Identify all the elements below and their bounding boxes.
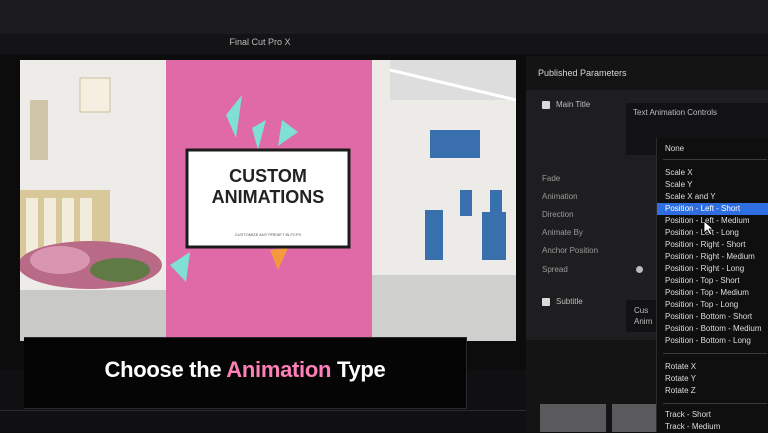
param-animate-by: Animate By (542, 228, 583, 237)
menu-item-position-top-medium[interactable]: Position - Top - Medium (657, 287, 768, 299)
menu-separator (663, 403, 767, 404)
app-title: Final Cut Pro X (229, 37, 291, 47)
animation-dropdown-menu[interactable]: None Scale X Scale Y Scale X and Y Posit… (656, 138, 768, 432)
menu-item-track-short[interactable]: Track - Short (657, 409, 768, 421)
menu-item-position-left-short[interactable]: Position - Left - Short (657, 203, 768, 215)
menu-item-rotate-x[interactable]: Rotate X (657, 361, 768, 373)
menu-item-position-top-short[interactable]: Position - Top - Short (657, 275, 768, 287)
card-subtitle: CUSTOMIZE ANY PRESET IN FCPX (234, 232, 302, 237)
param-anchor-position: Anchor Position (542, 246, 599, 255)
subtitle-controls-box[interactable] (626, 300, 656, 332)
menu-item-position-right-long[interactable]: Position - Right - Long (657, 263, 768, 275)
text-animation-controls-label: Text Animation Controls (633, 108, 718, 117)
subtitle-box-label-1: Cus (634, 306, 649, 315)
menu-item-rotate-y[interactable]: Rotate Y (657, 373, 768, 385)
param-animation: Animation (542, 192, 578, 201)
menu-item-position-bottom-short[interactable]: Position - Bottom - Short (657, 311, 768, 323)
menu-item-position-bottom-medium[interactable]: Position - Bottom - Medium (657, 323, 768, 335)
menu-item-rotate-z[interactable]: Rotate Z (657, 385, 768, 397)
caption-text: Choose the Animation Type (24, 357, 466, 383)
spread-slider-knob[interactable] (636, 266, 643, 273)
card-title: CUSTOM ANIMATIONS (187, 166, 349, 208)
menu-separator (663, 353, 767, 354)
timeline-ruler (0, 410, 526, 411)
caption-before: Choose the (104, 357, 227, 382)
main-title-checkbox[interactable] (542, 101, 550, 109)
inspector-header: Published Parameters (538, 68, 627, 78)
menu-item-position-top-long[interactable]: Position - Top - Long (657, 299, 768, 311)
menu-item-track-medium[interactable]: Track - Medium (657, 421, 768, 433)
browser-thumbnail[interactable] (540, 404, 606, 432)
top-toolbar (0, 0, 768, 35)
browser-thumbnail[interactable] (612, 404, 656, 432)
main-title-label: Main Title (556, 100, 591, 109)
param-spread: Spread (542, 265, 568, 274)
card-title-line2: ANIMATIONS (211, 187, 325, 207)
caption-highlight: Animation (226, 357, 332, 382)
menu-item-position-bottom-long[interactable]: Position - Bottom - Long (657, 335, 768, 347)
menu-item-none[interactable]: None (657, 143, 768, 155)
subtitle-label: Subtitle (556, 297, 583, 306)
menu-item-scale-xy[interactable]: Scale X and Y (657, 191, 768, 203)
menu-item-position-right-medium[interactable]: Position - Right - Medium (657, 251, 768, 263)
menu-separator (663, 159, 767, 160)
caption-after: Type (331, 357, 386, 382)
param-direction: Direction (542, 210, 574, 219)
menu-item-position-right-short[interactable]: Position - Right - Short (657, 239, 768, 251)
menu-item-scale-y[interactable]: Scale Y (657, 179, 768, 191)
subtitle-checkbox[interactable] (542, 298, 550, 306)
card-title-line1: CUSTOM (229, 166, 307, 186)
mouse-cursor-icon (703, 220, 714, 236)
menu-item-scale-x[interactable]: Scale X (657, 167, 768, 179)
param-fade: Fade (542, 174, 561, 183)
subtitle-box-label-2: Anim (634, 317, 653, 326)
